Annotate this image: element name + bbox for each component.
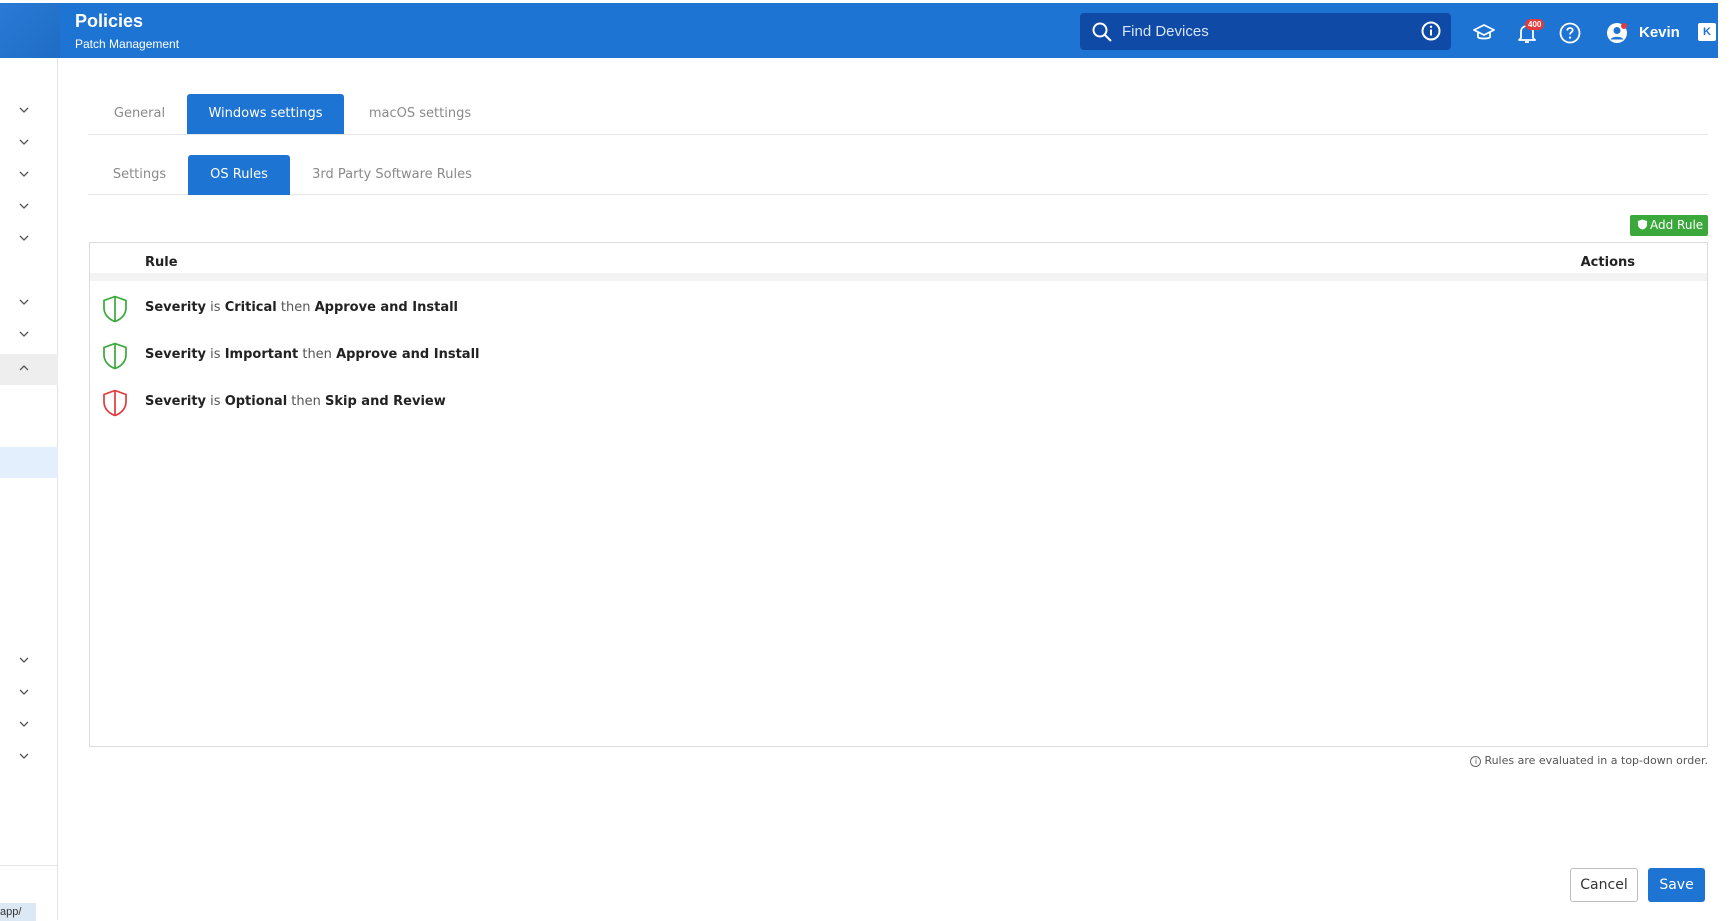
help-icon[interactable] — [1558, 21, 1582, 45]
chevron-down-icon[interactable] — [17, 685, 31, 699]
secondary-tabs: Settings OS Rules 3rd Party Software Rul… — [88, 155, 1708, 195]
chevron-down-icon[interactable] — [17, 653, 31, 667]
save-button[interactable]: Save — [1648, 868, 1705, 902]
cancel-button[interactable]: Cancel — [1570, 868, 1638, 902]
rule-action: Approve and Install — [336, 347, 480, 362]
chevron-up-icon[interactable] — [17, 361, 31, 375]
shield-icon — [1637, 219, 1648, 230]
tab-general[interactable]: General — [88, 94, 191, 134]
tab-3rd-party-rules[interactable]: 3rd Party Software Rules — [298, 155, 486, 195]
sidebar-divider — [0, 865, 58, 866]
search-icon — [1092, 22, 1112, 42]
rules-order-note: i Rules are evaluated in a top-down order… — [1470, 754, 1708, 767]
notification-badge: 400 — [1525, 19, 1545, 30]
rule-text: Severity is Optional then Skip and Revie… — [145, 394, 446, 409]
page-title-block: Policies Patch Management — [75, 10, 179, 52]
chevron-down-icon[interactable] — [17, 717, 31, 731]
brand-strip — [0, 3, 60, 58]
user-avatar-icon[interactable] — [1605, 21, 1629, 45]
chevron-down-icon[interactable] — [17, 295, 31, 309]
add-rule-button[interactable]: Add Rule — [1630, 215, 1708, 236]
add-rule-label: Add Rule — [1650, 218, 1704, 232]
rule-then: then — [302, 347, 332, 362]
rule-action: Skip and Review — [325, 394, 446, 409]
chevron-down-icon[interactable] — [17, 103, 31, 117]
sidebar: app/ — [0, 58, 58, 921]
rule-value: Optional — [224, 394, 288, 409]
rules-order-note-text: Rules are evaluated in a top-down order. — [1484, 754, 1708, 767]
collapse-panel-button[interactable]: K — [1698, 23, 1716, 41]
rule-field: Severity — [145, 300, 207, 315]
chevron-down-icon[interactable] — [17, 231, 31, 245]
rule-field: Severity — [145, 394, 207, 409]
chevron-down-icon[interactable] — [17, 327, 31, 341]
device-search — [1080, 13, 1451, 50]
rule-text: Severity is Important then Approve and I… — [145, 347, 479, 362]
table-header: Rule Actions — [90, 243, 1707, 281]
info-icon: i — [1470, 756, 1482, 767]
rule-operator: is — [210, 300, 221, 315]
rule-operator: is — [210, 394, 221, 409]
rule-then: then — [291, 394, 321, 409]
tab-settings[interactable]: Settings — [88, 155, 191, 195]
rule-text: Severity is Critical then Approve and In… — [145, 300, 458, 315]
chevron-down-icon[interactable] — [17, 135, 31, 149]
sidebar-item-selected[interactable] — [0, 447, 58, 478]
info-icon[interactable] — [1421, 21, 1441, 41]
status-url: app/ — [0, 903, 36, 921]
page-subtitle: Patch Management — [75, 37, 180, 51]
shield-icon — [103, 342, 127, 370]
page-title: Policies — [75, 11, 144, 31]
rule-value: Important — [224, 347, 299, 362]
rule-field: Severity — [145, 347, 207, 362]
chevron-down-icon[interactable] — [17, 167, 31, 181]
shield-icon — [103, 295, 127, 323]
search-input[interactable] — [1122, 19, 1402, 44]
rule-action: Approve and Install — [314, 300, 458, 315]
rule-operator: is — [210, 347, 221, 362]
rules-table: Rule Actions Severity is Critical then A… — [89, 242, 1708, 747]
table-row[interactable]: Severity is Optional then Skip and Revie… — [90, 381, 1707, 421]
tab-os-rules[interactable]: OS Rules — [188, 155, 290, 195]
chevron-down-icon[interactable] — [17, 749, 31, 763]
table-row[interactable]: Severity is Critical then Approve and In… — [90, 287, 1707, 327]
top-header: Policies Patch Management 400 Kevin K — [0, 3, 1718, 58]
primary-tabs: General Windows settings macOS settings — [88, 94, 1708, 135]
tab-macos-settings[interactable]: macOS settings — [356, 94, 484, 134]
rule-then: then — [280, 300, 311, 315]
column-actions: Actions — [1580, 255, 1635, 270]
column-rule: Rule — [145, 255, 178, 270]
table-row[interactable]: Severity is Important then Approve and I… — [90, 334, 1707, 374]
user-name[interactable]: Kevin — [1639, 24, 1680, 41]
shield-icon — [103, 389, 127, 417]
graduation-cap-icon[interactable] — [1472, 21, 1496, 45]
table-header-band — [90, 273, 1707, 281]
chevron-down-icon[interactable] — [17, 199, 31, 213]
tab-windows-settings[interactable]: Windows settings — [187, 94, 344, 134]
rule-value: Critical — [224, 300, 277, 315]
